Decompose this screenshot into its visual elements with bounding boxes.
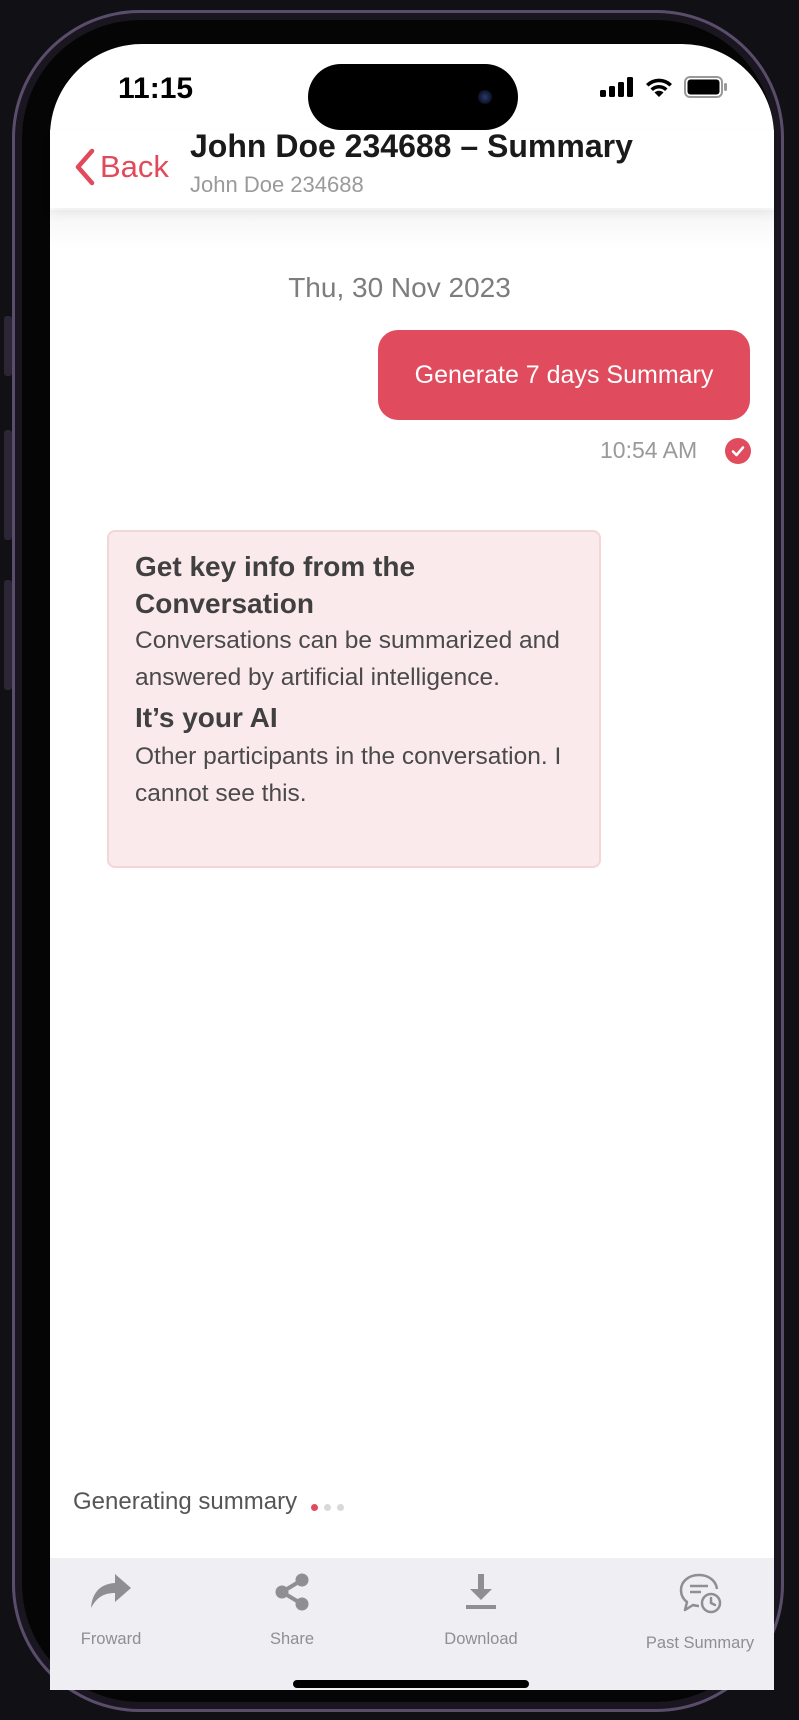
- mute-switch: [4, 316, 12, 376]
- battery-icon: [684, 76, 727, 98]
- generating-label: Generating summary: [73, 1488, 298, 1515]
- tab-past-summary[interactable]: Past Summary: [640, 1572, 760, 1653]
- page-title: John Doe 234688 – Summary: [190, 128, 633, 164]
- tab-forward[interactable]: Froward: [76, 1572, 146, 1649]
- typing-dot: [337, 1503, 345, 1511]
- tab-label: Froward: [80, 1630, 142, 1648]
- back-label: Back: [100, 149, 169, 184]
- info-card-body: Conversations can be summarized and answ…: [135, 627, 560, 691]
- wifi-icon: [646, 78, 672, 97]
- back-button[interactable]: Back: [74, 148, 169, 186]
- forward-icon: [91, 1574, 131, 1608]
- volume-up-button: [4, 430, 12, 540]
- past-summary-icon: [679, 1573, 722, 1614]
- tab-download[interactable]: Download: [436, 1572, 526, 1649]
- chevron-left-icon: [75, 148, 95, 186]
- tab-share[interactable]: Share: [262, 1572, 322, 1649]
- dynamic-island: [308, 64, 518, 130]
- home-indicator: [293, 1680, 529, 1688]
- share-icon: [275, 1573, 309, 1611]
- generating-status: Generating summary: [73, 1488, 345, 1516]
- download-icon: [466, 1574, 496, 1609]
- page-subtitle: John Doe 234688: [190, 172, 364, 197]
- typing-indicator: [311, 1503, 345, 1511]
- typing-dot: [311, 1503, 319, 1511]
- signal-icon: [600, 77, 633, 97]
- info-card-body-2: Other participants in the conversation. …: [135, 743, 562, 807]
- ai-info-card: Get key info from the Conversation Conve…: [107, 530, 601, 868]
- tab-label: Share: [269, 1630, 315, 1648]
- tab-label: Past Summary: [645, 1634, 755, 1652]
- info-card-heading: Get key info from the Conversation: [135, 551, 416, 619]
- typing-dot: [324, 1503, 332, 1511]
- message-text: Generate 7 days Summary: [414, 360, 714, 389]
- delivered-check-icon: [725, 438, 751, 464]
- message-time: 10:54 AM: [600, 437, 698, 463]
- info-card-heading-2: It’s your AI: [135, 702, 278, 733]
- camera-icon: [478, 90, 492, 104]
- chat-date: Thu, 30 Nov 2023: [288, 272, 511, 303]
- sent-message-bubble[interactable]: Generate 7 days Summary: [378, 330, 750, 420]
- tab-label: Download: [444, 1630, 518, 1648]
- volume-down-button: [4, 580, 12, 690]
- status-icons: [600, 76, 728, 98]
- status-time: 11:15: [118, 72, 194, 105]
